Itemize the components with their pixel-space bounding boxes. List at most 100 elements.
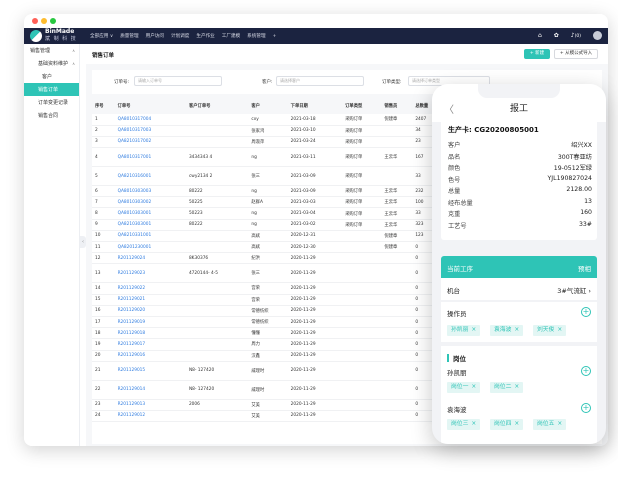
sidebar-item-sales[interactable]: 销售管理 ∧ [24, 44, 79, 57]
table-cell: 2021-03-18 [287, 114, 343, 126]
order-link[interactable]: R201129018 [114, 327, 186, 340]
operator-chip[interactable]: 孙凯丽 × [447, 325, 481, 336]
order-link[interactable]: QA8210303001 [114, 219, 186, 231]
operator-chip[interactable]: 袁海波 × [490, 325, 524, 336]
column-header[interactable]: 下单日期 [287, 98, 343, 114]
column-header[interactable]: 客户订单号 [185, 98, 249, 114]
position-chip[interactable]: 岗位五 × [533, 419, 567, 430]
table-cell: 宫荣 [248, 282, 288, 295]
close-icon[interactable]: × [471, 327, 476, 333]
table-cell [381, 305, 413, 317]
order-link[interactable]: QA8201230001 [114, 241, 186, 254]
table-cell: 7 [92, 196, 115, 209]
order-link[interactable]: R201129022 [114, 282, 186, 295]
order-link[interactable]: R201129015 [114, 361, 186, 381]
brand-name: BinMade [45, 28, 75, 35]
table-cell: 倪建章 [381, 241, 413, 254]
machine-value: 3#气流缸 › [557, 287, 591, 295]
home-icon[interactable]: ⌂ [538, 32, 542, 39]
order-no-input[interactable]: 请输入订单号 [134, 76, 222, 86]
new-order-button[interactable]: + 新建 [524, 49, 550, 59]
table-cell: 13 [92, 263, 115, 284]
order-link[interactable]: QA8010303001 [114, 207, 186, 220]
add-operator-icon[interactable]: + [581, 307, 591, 317]
import-button[interactable]: + 从模公式导入 [554, 49, 598, 59]
field-label: 工艺号 [448, 222, 467, 230]
order-link[interactable]: QA8010317001 [114, 147, 186, 168]
position-chip[interactable]: 岗位三 × [447, 419, 481, 430]
nav-planning[interactable]: 计划调度 [171, 33, 189, 39]
table-cell: 20 [92, 350, 115, 362]
nav-quality[interactable]: 质量管理 [120, 33, 138, 39]
table-cell: 4720144- 4-5 [185, 263, 249, 284]
order-link[interactable]: R201129017 [114, 338, 186, 351]
table-cell [185, 125, 249, 137]
column-header[interactable]: 订单号 [114, 98, 186, 114]
sidebar-item-customer[interactable]: 客户 [24, 70, 79, 83]
section-accent [447, 354, 449, 362]
table-cell: 2020-11-29 [287, 316, 343, 329]
close-window-button[interactable] [32, 18, 38, 24]
order-link[interactable]: R201129016 [114, 350, 186, 362]
order-link[interactable]: QA8210316001 [114, 166, 186, 187]
order-link[interactable]: R201129019 [114, 316, 186, 329]
close-icon[interactable]: × [514, 421, 519, 427]
close-icon[interactable]: × [471, 421, 476, 427]
order-link[interactable]: R201129021 [114, 294, 186, 306]
order-link[interactable]: QA8210317002 [114, 136, 186, 149]
sidebar-item-sales-contract[interactable]: 销售合同 [24, 109, 79, 122]
position-chip[interactable]: 岗位二 × [490, 382, 524, 393]
nav-system[interactable]: 系统管理 [247, 33, 265, 39]
close-icon[interactable]: × [514, 384, 519, 390]
order-link[interactable]: R201129013 [114, 399, 186, 411]
nav-production[interactable]: 生产作业 [196, 33, 214, 39]
field-value: 33# [578, 220, 592, 228]
gear-icon[interactable]: ✿ [554, 32, 559, 39]
column-header[interactable]: 销售员 [381, 98, 413, 114]
sidebar-item-order-changes[interactable]: 订单变更记录 [24, 96, 79, 109]
close-icon[interactable]: × [471, 384, 476, 390]
order-link[interactable]: QA8010317004 [114, 114, 186, 126]
order-link[interactable]: QA8210331001 [114, 230, 186, 243]
table-cell: 2020-11-29 [287, 361, 343, 381]
field-label: 总量 [448, 188, 461, 195]
close-icon[interactable]: × [557, 421, 562, 427]
add-position-icon[interactable]: + [581, 366, 591, 376]
add-position-icon[interactable]: + [581, 403, 591, 413]
sidebar-item-sales-order[interactable]: 销售订单 [24, 83, 79, 96]
nav-user-access[interactable]: 用户访问 [146, 33, 164, 39]
table-cell [185, 350, 249, 362]
nav-factory-modeling[interactable]: 工厂建模 [222, 33, 240, 39]
order-link[interactable]: R201129023 [114, 263, 186, 284]
order-link[interactable]: QA8010303003 [114, 185, 186, 198]
order-link[interactable]: R201129012 [114, 410, 186, 423]
nav-all-apps[interactable]: 全部应用 ∨ [90, 33, 113, 39]
close-icon[interactable]: × [514, 327, 519, 333]
sidebar-item-basic-data[interactable]: 基础资料维护 ∧ [24, 57, 79, 70]
column-header[interactable]: 订单类型 [342, 98, 382, 114]
position-chip[interactable]: 岗位一 × [447, 382, 481, 393]
machine-row[interactable]: 机台 3#气流缸 › [441, 278, 597, 300]
order-link[interactable]: R201129014 [114, 380, 186, 400]
nav-add-button[interactable]: + [273, 34, 277, 39]
order-link[interactable]: QA8010303002 [114, 196, 186, 209]
position-chip[interactable]: 岗位四 × [490, 419, 524, 430]
bell-icon[interactable]: ♪(0) [571, 32, 581, 39]
column-header[interactable]: 序号 [92, 98, 115, 114]
customer-select[interactable]: 请选择客户 [276, 76, 364, 86]
current-process-bar[interactable]: 当前工序 预相 [441, 256, 597, 278]
close-icon[interactable]: × [557, 327, 562, 333]
column-header[interactable]: 客户 [248, 98, 288, 114]
table-cell: 2020-11-29 [287, 282, 343, 295]
operator-chip[interactable]: 刘天俊 × [533, 325, 567, 336]
table-cell: 8 [92, 207, 115, 220]
minimize-window-button[interactable] [41, 18, 47, 24]
customer-label: 客户: [262, 80, 273, 85]
order-link[interactable]: QA8010317003 [114, 125, 186, 137]
table-cell: 懂懂 [248, 327, 288, 340]
avatar[interactable] [593, 31, 602, 40]
order-link[interactable]: R201129024 [114, 252, 186, 265]
order-link[interactable]: R201129020 [114, 305, 186, 317]
maximize-window-button[interactable] [50, 18, 56, 24]
table-cell: 张家鸿 [248, 125, 288, 137]
